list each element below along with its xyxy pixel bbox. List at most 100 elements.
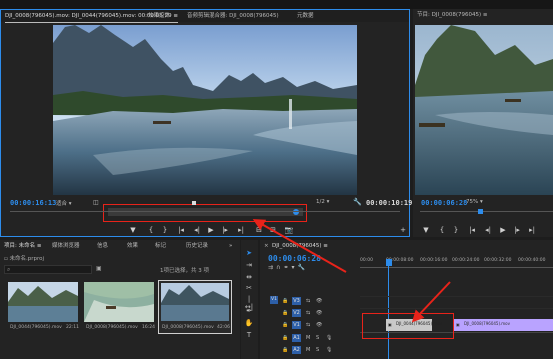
program-zoom-dropdown[interactable]: 75% ▾ [466,199,483,205]
razor-tool-icon[interactable]: ✂ [244,284,254,292]
source-video-frame [53,25,357,195]
program-play-icon[interactable]: ▶ [498,226,508,234]
source-playhead-marker[interactable] [192,201,196,205]
timeline-clip[interactable]: ▣ DJI_0008(796045).mov [454,319,553,331]
program-current-timecode[interactable]: 00:00:06:28 [421,199,467,207]
track-label-v2[interactable]: V2 [292,309,301,317]
mark-out-icon[interactable]: } [160,226,170,234]
tab-media-browser[interactable]: 媒体浏览器 [52,240,80,252]
button-editor-plus-icon[interactable]: + [398,226,408,234]
more-panels-chevron-icon[interactable]: » [229,240,232,252]
program-mark-out-icon[interactable]: } [451,226,461,234]
type-tool-icon[interactable]: T [244,331,254,339]
pen-tool-icon[interactable]: ✒ [244,307,254,315]
clip-name: DJI_0008(796045).mov [86,325,138,330]
tab-effects[interactable]: 效果 [127,240,138,252]
tab-sequence[interactable]: DJI_0008(796045) ≡ [272,240,328,252]
clip-name: DJI_0008(796045).mov [162,325,214,330]
program-step-back-icon[interactable]: ◂| [483,226,493,234]
program-add-marker-icon[interactable]: ▼ [421,226,431,234]
tab-markers[interactable]: 标记 [155,240,166,252]
tab-history[interactable]: 历史记录 [186,240,208,252]
lock-icon[interactable]: 🔒 [282,298,288,304]
clip-thumbnail[interactable] [8,282,78,322]
thumbnail-image [8,282,78,322]
program-step-forward-icon[interactable]: |▸ [512,226,522,234]
solo-icon[interactable]: S [316,347,319,353]
selection-tool-icon[interactable]: ➤ [244,249,254,257]
clip-thumbnail[interactable] [84,282,154,322]
fit-dropdown-label: 适合 [56,201,68,207]
lock-icon[interactable]: 🔒 [282,335,288,341]
ruler-label: 00:00:32:00 [484,258,512,263]
timeline-wrench-icon[interactable]: 🔧 [297,264,307,271]
timeline-playhead-head[interactable] [386,259,392,266]
source-in-out-range-bar[interactable] [108,208,303,216]
resolution-dropdown-label: 1/2 [316,199,325,205]
selection-count: 1项已选择，共 3 项 [160,268,209,274]
wrench-icon[interactable]: 🔧 [353,198,362,206]
source-current-timecode[interactable]: 00:00:16:13 [10,199,56,207]
go-to-in-icon[interactable]: |◂ [176,226,186,234]
sync-lock-icon[interactable]: ⇆ [306,310,310,316]
lock-icon[interactable]: 🔒 [282,310,288,316]
export-frame-camera-icon[interactable]: 📷 [284,226,294,234]
tab-metadata[interactable]: 元数据 [297,10,314,22]
timeline-toolbar: ⇉∩⚭▾🔧 [268,264,308,271]
tab-info[interactable]: 信息 [97,240,108,252]
solo-icon[interactable]: S [316,335,319,341]
settings-small-icon[interactable]: ◫ [93,199,99,206]
sync-lock-icon[interactable]: ⇆ [306,322,310,328]
mic-icon[interactable]: 🎙 [326,335,332,341]
program-go-to-in-icon[interactable]: |◂ [467,226,477,234]
source-scrub-handle[interactable] [293,209,299,215]
project-search-input[interactable]: ⌕ [4,265,92,274]
ripple-edit-tool-icon[interactable]: ⇹ [244,273,254,281]
new-bin-icon[interactable]: ▣ [96,265,102,272]
nest-icon[interactable]: ⇉ [268,264,276,271]
step-back-icon[interactable]: ◂| [192,226,202,234]
track-label-a2[interactable]: A2 [292,346,301,354]
go-to-out-icon[interactable]: ▸| [236,226,246,234]
track-header-a2: 🔒 A2 M S 🎙 [262,345,352,357]
eye-icon[interactable]: 👁 [316,310,322,316]
hand-tool-icon[interactable]: ✋ [244,319,254,327]
step-forward-icon[interactable]: |▸ [220,226,230,234]
clip-name: DJI_0044(796045).mov [10,325,62,330]
eye-icon[interactable]: 👁 [316,298,322,304]
resolution-dropdown[interactable]: 1/2 ▾ [316,199,329,205]
clip-duration: 16:24 [142,325,155,330]
program-go-to-out-icon[interactable]: ▸| [527,226,537,234]
ruler-label: 00:00:24:00 [452,258,480,263]
tab-audio-clip-mixer[interactable]: 音频剪辑混合器: DJI_0008(796045) [187,10,279,22]
source-duration-timecode: 00:00:10:19 [366,199,413,207]
mark-in-icon[interactable]: { [146,226,156,234]
track-label-a1[interactable]: A1 [292,334,301,342]
fit-dropdown[interactable]: 适合 ▾ [56,199,72,207]
clip-duration: 42:06 [217,325,230,330]
track-select-tool-icon[interactable]: ⇥ [244,261,254,269]
close-sequence-icon[interactable]: × [264,240,269,252]
insert-icon[interactable]: ⊟ [254,226,264,234]
sync-lock-icon[interactable]: ⇆ [306,298,310,304]
timeline-current-timecode[interactable]: 00:00:06:28 [268,254,321,263]
mic-icon[interactable]: 🎙 [326,347,332,353]
track-header-a1: 🔒 A1 M S 🎙 [262,333,352,345]
lock-icon[interactable]: 🔒 [282,322,288,328]
add-marker-icon[interactable]: ▼ [128,226,138,234]
play-icon[interactable]: ▶ [206,226,216,234]
mute-icon[interactable]: M [306,347,310,353]
mute-icon[interactable]: M [306,335,310,341]
overwrite-icon[interactable]: ⊞ [268,226,278,234]
program-mark-in-icon[interactable]: { [437,226,447,234]
eye-icon[interactable]: 👁 [316,322,322,328]
lock-icon[interactable]: 🔒 [282,347,288,353]
tab-program[interactable]: 节目: DJI_0008(796045) ≡ [417,9,487,21]
thumbnail-image [161,283,229,321]
tab-project[interactable]: 项目: 未命名 ≡ [4,240,41,252]
track-label-v1[interactable]: V1 [292,321,301,329]
track-header-v2: 🔒 V2 ⇆ 👁 [262,308,352,320]
program-playhead-marker[interactable] [478,209,483,214]
tab-effect-controls[interactable]: 效果控件 [148,10,170,22]
track-label-v3[interactable]: V3 [292,297,301,305]
